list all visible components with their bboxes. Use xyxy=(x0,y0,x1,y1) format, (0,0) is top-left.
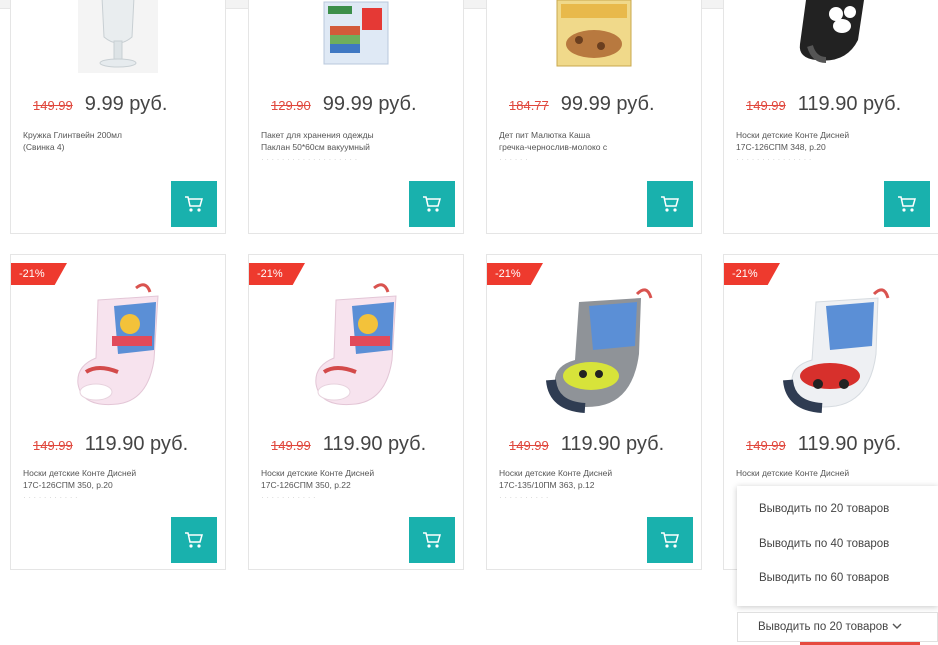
page-size-option-20[interactable]: Выводить по 20 товаров xyxy=(759,503,889,515)
add-to-cart-button[interactable] xyxy=(171,181,217,227)
glass-mug-image xyxy=(78,0,158,73)
current-price: 99.99 руб. xyxy=(322,93,417,115)
current-price: 99.99 руб. xyxy=(560,93,655,115)
price-line: 149.99 119.90 руб. xyxy=(509,433,664,456)
add-to-cart-button[interactable] xyxy=(884,181,930,227)
old-price: 149.99 xyxy=(33,438,73,453)
cart-icon xyxy=(423,532,441,548)
page-size-option-40[interactable]: Выводить по 40 товаров xyxy=(759,538,889,550)
product-card[interactable]: 129.90 99.99 руб. Пакет для хранения оде… xyxy=(248,0,464,234)
product-title[interactable]: Носки детские Конте Дисней 17С-126СПМ 34… xyxy=(736,129,906,165)
product-card[interactable]: -21% 149.99 119.90 руб. Носки детские Ко… xyxy=(486,254,702,570)
cart-icon xyxy=(661,196,679,212)
product-title[interactable]: Носки детские Конте Дисней xyxy=(736,467,906,479)
product-title[interactable]: Носки детские Конте Дисней 17С-126СПМ 35… xyxy=(261,467,431,503)
product-card[interactable]: 149.99 9.99 руб. Кружка Глинтвейн 200мл … xyxy=(10,0,226,234)
product-image[interactable] xyxy=(249,275,463,435)
cart-icon xyxy=(898,196,916,212)
product-title[interactable]: Дет пит Малютка Каша гречка-чернослив-мо… xyxy=(499,129,669,165)
price-line: 149.99 119.90 руб. xyxy=(746,93,901,116)
page-size-menu: Выводить по 20 товаров Выводить по 40 то… xyxy=(737,486,938,606)
product-image[interactable] xyxy=(724,0,938,73)
product-title[interactable]: Пакет для хранения одежды Паклан 50*60см… xyxy=(261,129,431,165)
old-price: 129.90 xyxy=(271,98,311,113)
vacuum-bag-image xyxy=(323,1,389,65)
product-title[interactable]: Кружка Глинтвейн 200мл (Свинка 4) xyxy=(23,129,193,153)
current-price: 119.90 руб. xyxy=(84,433,189,455)
product-title[interactable]: Носки детские Конте Дисней 17С-135/10ПМ … xyxy=(499,467,669,503)
cart-icon xyxy=(423,196,441,212)
price-line: 184.77 99.99 руб. xyxy=(509,93,655,116)
add-to-cart-button[interactable] xyxy=(647,517,693,563)
old-price: 149.99 xyxy=(746,98,786,113)
product-card[interactable]: -21% 149.99 119.90 руб. Носки детские Ко… xyxy=(248,254,464,570)
product-card[interactable]: -21% 149.99 119.90 руб. Носки детские Ко… xyxy=(10,254,226,570)
old-price: 149.99 xyxy=(746,438,786,453)
mcqueen-sock-image xyxy=(783,288,890,413)
cart-icon xyxy=(185,196,203,212)
current-price: 9.99 руб. xyxy=(84,93,168,115)
current-price: 119.90 руб. xyxy=(560,433,665,455)
product-title[interactable]: Носки детские Конте Дисней 17С-126СПМ 35… xyxy=(23,467,193,503)
old-price: 149.99 xyxy=(33,98,73,113)
current-price: 119.90 руб. xyxy=(797,433,902,455)
pink-sock-image xyxy=(315,283,397,406)
current-price: 119.90 руб. xyxy=(322,433,427,455)
price-line: 129.90 99.99 руб. xyxy=(271,93,417,116)
cart-icon xyxy=(185,532,203,548)
add-to-cart-button[interactable] xyxy=(647,181,693,227)
product-card[interactable]: 184.77 99.99 руб. Дет пит Малютка Каша г… xyxy=(486,0,702,234)
current-price: 119.90 руб. xyxy=(797,93,902,115)
old-price: 149.99 xyxy=(271,438,311,453)
product-image[interactable] xyxy=(11,0,225,73)
price-line: 149.99 119.90 руб. xyxy=(746,433,901,456)
porridge-box-image xyxy=(556,0,632,67)
old-price: 149.99 xyxy=(509,438,549,453)
old-price: 184.77 xyxy=(509,98,549,113)
product-image[interactable] xyxy=(11,275,225,435)
price-line: 149.99 119.90 руб. xyxy=(33,433,188,456)
product-card[interactable]: 149.99 119.90 руб. Носки детские Конте Д… xyxy=(723,0,938,234)
add-to-cart-button[interactable] xyxy=(409,517,455,563)
product-image[interactable] xyxy=(487,275,701,435)
add-to-cart-button[interactable] xyxy=(409,181,455,227)
chevron-down-icon xyxy=(892,621,902,633)
page-size-option-60[interactable]: Выводить по 60 товаров xyxy=(759,572,889,584)
add-to-cart-button[interactable] xyxy=(171,517,217,563)
page-size-selected: Выводить по 20 товаров xyxy=(758,621,889,633)
cart-icon xyxy=(661,532,679,548)
price-line: 149.99 9.99 руб. xyxy=(33,93,167,116)
product-image[interactable] xyxy=(724,275,938,435)
mickey-sock-image xyxy=(799,0,864,63)
cars-sock-image xyxy=(546,288,653,413)
pink-sock-image xyxy=(77,283,159,406)
product-image[interactable] xyxy=(487,0,701,73)
product-image[interactable] xyxy=(249,0,463,73)
page-size-select[interactable]: Выводить по 20 товаров xyxy=(737,612,938,642)
price-line: 149.99 119.90 руб. xyxy=(271,433,426,456)
